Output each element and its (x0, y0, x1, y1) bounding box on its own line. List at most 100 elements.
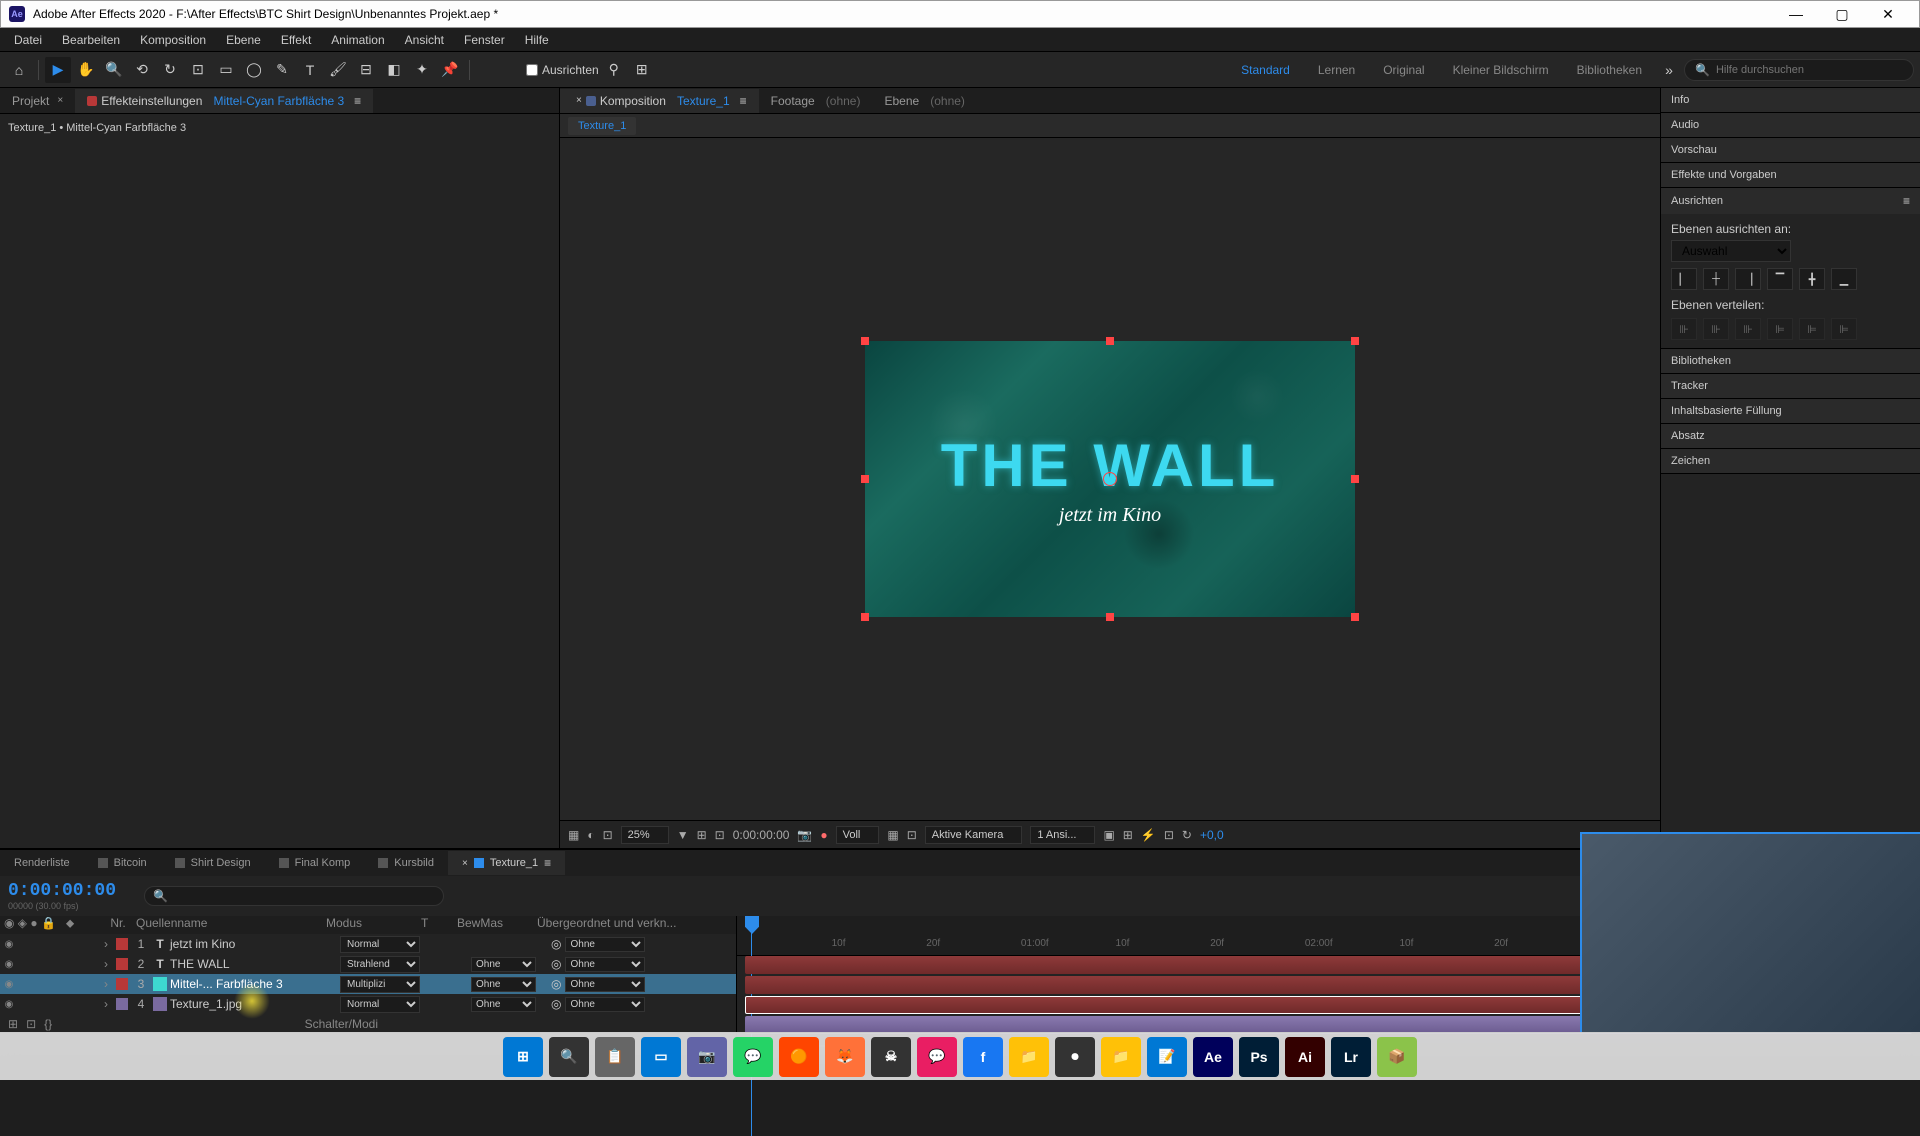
pickwhip-icon[interactable]: ◎ (551, 957, 561, 971)
menu-hilfe[interactable]: Hilfe (515, 29, 559, 51)
camera-tool[interactable]: ⊡ (185, 57, 211, 83)
selection-tool[interactable]: ▶ (45, 57, 71, 83)
panel-effekte-und-vorgaben[interactable]: Effekte und Vorgaben (1661, 163, 1920, 187)
timeline-tab-shirt-design[interactable]: Shirt Design (161, 852, 265, 874)
panel-absatz[interactable]: Absatz (1661, 424, 1920, 448)
draft-icon[interactable]: ⊡ (1164, 828, 1174, 842)
align-left-icon[interactable]: ▏ (1671, 268, 1697, 290)
panel-menu-icon[interactable]: ≡ (544, 856, 551, 870)
mask-icon[interactable]: ◐ (587, 828, 594, 842)
label-color[interactable] (116, 938, 128, 950)
toggle-icon[interactable]: ⊡ (26, 1017, 36, 1031)
taskbar-app[interactable]: 📷 (687, 1037, 727, 1077)
menu-animation[interactable]: Animation (321, 29, 394, 51)
toggle-switches-icon[interactable]: ⊞ (8, 1017, 18, 1031)
snap-checkbox[interactable]: Ausrichten (526, 63, 599, 77)
selection-handle[interactable] (1351, 337, 1359, 345)
layer-name[interactable]: THE WALL (170, 957, 340, 971)
res-icon[interactable]: ▼ (677, 828, 689, 842)
switch-modes-label[interactable]: Schalter/Modi (305, 1017, 378, 1031)
taskbar-app[interactable]: 🔍 (549, 1037, 589, 1077)
taskbar-app[interactable]: 📦 (1377, 1037, 1417, 1077)
timeline-tab-bitcoin[interactable]: Bitcoin (84, 852, 161, 874)
workspace-overflow-icon[interactable]: » (1656, 57, 1682, 83)
snap-grid-icon[interactable]: ⊞ (629, 57, 655, 83)
hand-tool[interactable]: ✋ (73, 57, 99, 83)
menu-ebene[interactable]: Ebene (216, 29, 271, 51)
layer-row[interactable]: ◉ › 4 Texture_1.jpg Normal Ohne ◎Ohne (0, 994, 736, 1014)
alpha-icon[interactable]: ▦ (568, 828, 579, 842)
layer-row[interactable]: ◉ › 3 Mittel-... Farbfläche 3 Multiplizi… (0, 974, 736, 994)
pickwhip-icon[interactable]: ◎ (551, 977, 561, 991)
taskbar-app[interactable]: ⊞ (503, 1037, 543, 1077)
panel-info[interactable]: Info (1661, 88, 1920, 112)
track-matte-select[interactable]: Ohne (471, 996, 551, 1012)
workspace-kleiner bildschirm[interactable]: Kleiner Bildschirm (1453, 63, 1549, 77)
layer-name[interactable]: Mittel-... Farbfläche 3 (170, 977, 340, 991)
menu-komposition[interactable]: Komposition (130, 29, 216, 51)
expand-icon[interactable]: › (100, 937, 112, 951)
exposure-value[interactable]: +0,0 (1200, 828, 1224, 842)
menu-datei[interactable]: Datei (4, 29, 52, 51)
panel-menu-icon[interactable]: ≡ (1903, 194, 1910, 208)
track-matte-select[interactable]: Ohne (471, 976, 551, 992)
stamp-tool[interactable]: ⊟ (353, 57, 379, 83)
grid-icon[interactable]: ⊞ (697, 828, 707, 842)
label-color[interactable] (116, 978, 128, 990)
comp-nav-texture[interactable]: Texture_1 (568, 117, 636, 135)
label-color[interactable] (116, 958, 128, 970)
taskbar-app[interactable]: 💬 (917, 1037, 957, 1077)
time-display[interactable]: 0:00:00:00 (733, 828, 790, 842)
taskbar-app[interactable]: ▭ (641, 1037, 681, 1077)
visibility-icon[interactable]: ◉ (2, 979, 16, 990)
panel-align[interactable]: Ausrichten≡ (1661, 188, 1920, 214)
taskbar-app[interactable]: Ai (1285, 1037, 1325, 1077)
resolution-select[interactable]: Voll (836, 826, 880, 844)
text-tool[interactable]: T (297, 57, 323, 83)
taskbar-app[interactable]: Ps (1239, 1037, 1279, 1077)
blend-mode-select[interactable]: Strahlend (340, 956, 435, 973)
pickwhip-icon[interactable]: ◎ (551, 937, 561, 951)
taskbar-app[interactable]: 📁 (1009, 1037, 1049, 1077)
tab-project[interactable]: Projekt× (0, 89, 75, 113)
snapshot-icon[interactable]: 📷 (797, 828, 812, 842)
shape-tool[interactable]: ▭ (213, 57, 239, 83)
fast-icon[interactable]: ⚡ (1141, 828, 1156, 842)
layer-row[interactable]: ◉ › 2 T THE WALL Strahlend Ohne ◎Ohne (0, 954, 736, 974)
align-to-select[interactable]: Auswahl (1671, 240, 1791, 262)
panel-menu-icon[interactable]: ≡ (354, 94, 361, 108)
taskbar-app[interactable]: Ae (1193, 1037, 1233, 1077)
timeline-tab-final-komp[interactable]: Final Komp (265, 852, 365, 874)
close-icon[interactable]: × (576, 95, 582, 106)
blend-mode-select[interactable]: Normal (340, 936, 435, 953)
roto-tool[interactable]: ✦ (409, 57, 435, 83)
current-timecode[interactable]: 0:00:00:00 (8, 881, 116, 901)
close-icon[interactable]: × (57, 95, 63, 106)
parent-select[interactable]: ◎Ohne (551, 957, 736, 972)
taskbar-app[interactable]: ☠ (871, 1037, 911, 1077)
toggle-icon[interactable]: {} (44, 1017, 52, 1031)
selection-handle[interactable] (1106, 613, 1114, 621)
expand-icon[interactable]: › (100, 957, 112, 971)
timeline-tab-texture_1[interactable]: × Texture_1 ≡ (448, 851, 565, 875)
selection-handle[interactable] (1106, 337, 1114, 345)
panel-inhaltsbasierte-füllung[interactable]: Inhaltsbasierte Füllung (1661, 399, 1920, 423)
expand-icon[interactable]: › (100, 977, 112, 991)
align-bottom-icon[interactable]: ▁ (1831, 268, 1857, 290)
tab-footage[interactable]: Footage (ohne) (759, 89, 873, 113)
parent-select[interactable]: ◎Ohne (551, 997, 736, 1012)
taskbar-app[interactable]: 📋 (595, 1037, 635, 1077)
panel-bibliotheken[interactable]: Bibliotheken (1661, 349, 1920, 373)
view-icon[interactable]: ▣ (1103, 828, 1114, 842)
3d-icon[interactable]: ⊡ (907, 828, 917, 842)
menu-effekt[interactable]: Effekt (271, 29, 321, 51)
menu-ansicht[interactable]: Ansicht (395, 29, 454, 51)
ellipse-tool[interactable]: ◯ (241, 57, 267, 83)
expand-icon[interactable]: › (100, 997, 112, 1011)
brush-tool[interactable]: 🖌 (325, 57, 351, 83)
workspace-lernen[interactable]: Lernen (1318, 63, 1355, 77)
camera-select[interactable]: Aktive Kamera (925, 826, 1023, 844)
align-right-icon[interactable]: ▕ (1735, 268, 1761, 290)
help-search[interactable]: 🔍 (1684, 59, 1914, 81)
home-tool[interactable]: ⌂ (6, 57, 32, 83)
